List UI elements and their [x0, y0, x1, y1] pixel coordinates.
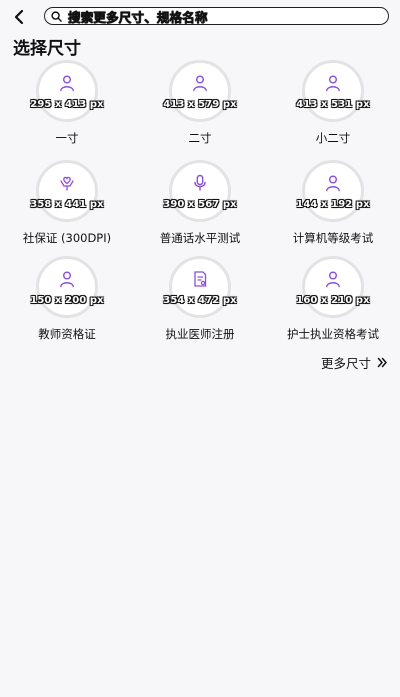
size-label: 护士执业资格考试 [287, 327, 379, 341]
size-card[interactable]: 358 x 441 px 社保证 (300DPI) [0, 160, 134, 252]
size-dimensions: 144 x 192 px [296, 199, 370, 210]
heart-hands-icon [60, 176, 74, 191]
size-thumbnail: 160 x 210 px [296, 256, 370, 318]
size-thumbnail: 390 x 567 px [163, 160, 237, 222]
size-label: 执业医师注册 [165, 327, 235, 341]
size-label: 小二寸 [315, 131, 351, 145]
size-label: 社保证 (300DPI) [22, 231, 112, 245]
person-icon [326, 175, 340, 192]
size-card[interactable]: 354 x 472 px 执业医师注册 [133, 256, 267, 348]
size-dimensions: 358 x 441 px [30, 199, 104, 210]
person-icon [193, 75, 207, 92]
person-icon [326, 271, 340, 288]
size-thumbnail: 144 x 192 px [296, 160, 370, 222]
size-thumbnail: 413 x 531 px [296, 60, 370, 122]
size-card[interactable]: 160 x 210 px 护士执业资格考试 [266, 256, 400, 348]
section-title: 选择尺寸 [13, 39, 81, 59]
size-label: 教师资格证 [38, 327, 96, 341]
size-dimensions: 354 x 472 px [163, 295, 237, 306]
size-card[interactable]: 413 x 579 px 二寸 [133, 60, 267, 152]
size-card[interactable]: 295 x 413 px 一寸 [0, 60, 134, 152]
search-placeholder: 搜索更多尺寸、规格名称 [68, 9, 208, 25]
size-dimensions: 295 x 413 px [30, 99, 104, 110]
more-sizes-link[interactable]: 更多尺寸 [321, 353, 388, 372]
size-label: 普通话水平测试 [159, 231, 241, 245]
search-input[interactable]: 搜索更多尺寸、规格名称 [44, 7, 389, 25]
size-card[interactable]: 390 x 567 px 普通话水平测试 [133, 160, 267, 252]
size-dimensions: 413 x 579 px [163, 99, 237, 110]
size-label: 计算机等级考试 [292, 231, 374, 245]
back-button[interactable] [8, 6, 30, 28]
size-dimensions: 390 x 567 px [163, 199, 237, 210]
person-icon [60, 271, 74, 288]
size-label: 一寸 [55, 131, 79, 145]
person-icon [326, 75, 340, 92]
size-card[interactable]: 413 x 531 px 小二寸 [266, 60, 400, 152]
size-card[interactable]: 144 x 192 px 计算机等级考试 [266, 160, 400, 252]
size-thumbnail: 150 x 200 px [30, 256, 104, 318]
size-dimensions: 150 x 200 px [30, 295, 104, 306]
size-thumbnail: 358 x 441 px [30, 160, 104, 222]
microphone-icon [194, 174, 206, 191]
size-thumbnail: 354 x 472 px [163, 256, 237, 318]
search-icon [51, 10, 62, 22]
chevron-left-icon [14, 9, 24, 25]
more-sizes-label: 更多尺寸 [320, 356, 371, 371]
size-label: 二寸 [188, 131, 212, 145]
size-dimensions: 160 x 210 px [296, 295, 370, 306]
document-icon [194, 271, 207, 287]
size-dimensions: 413 x 531 px [296, 99, 370, 110]
size-thumbnail: 413 x 579 px [163, 60, 237, 122]
size-thumbnail: 295 x 413 px [30, 60, 104, 122]
size-card[interactable]: 150 x 200 px 教师资格证 [0, 256, 134, 348]
top-bar: 搜索更多尺寸、规格名称 [0, 0, 400, 34]
double-chevron-right-icon [377, 357, 387, 368]
person-icon [60, 75, 74, 92]
